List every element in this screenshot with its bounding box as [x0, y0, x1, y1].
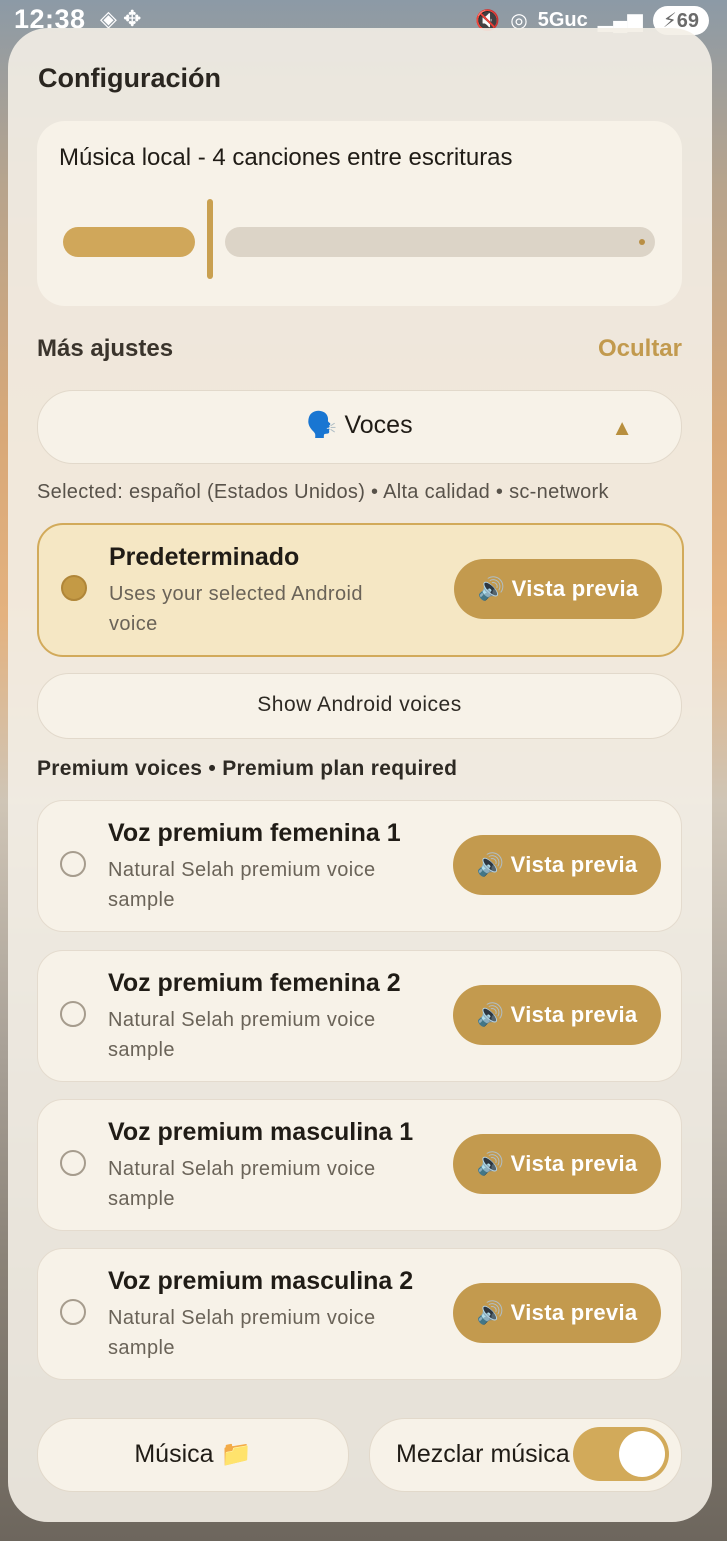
preview-button[interactable]: 🔊 Vista previa [453, 835, 661, 895]
mix-music-label: Mezclar música [396, 1440, 570, 1468]
radio-unselected[interactable] [60, 851, 86, 877]
voice-name: Voz premium masculina 1 [108, 1118, 414, 1146]
radio-unselected[interactable] [60, 1299, 86, 1325]
selected-voice-summary: Selected: español (Estados Unidos) • Alt… [37, 481, 609, 503]
voice-option-default[interactable]: Predeterminado Uses your selected Androi… [37, 523, 684, 657]
local-music-title: Música local - 4 canciones entre escritu… [59, 144, 513, 171]
radio-unselected[interactable] [60, 1150, 86, 1176]
more-settings-label: Más ajustes [37, 335, 174, 362]
show-android-voices-button[interactable]: Show Android voices [37, 673, 682, 739]
voice-option-premium-male-1[interactable]: Voz premium masculina 1 Natural Selah pr… [37, 1099, 682, 1231]
voice-option-premium-female-1[interactable]: Voz premium femenina 1 Natural Selah pre… [37, 800, 682, 932]
slider-active-track[interactable] [63, 227, 195, 257]
radio-selected[interactable] [61, 575, 87, 601]
settings-sheet: Configuración Música local - 4 canciones… [8, 28, 712, 1522]
preview-button[interactable]: 🔊 Vista previa [454, 559, 662, 619]
collapse-arrow-icon: ▲ [611, 415, 633, 440]
music-folder-button[interactable]: Música 📁 [37, 1418, 349, 1492]
mix-music-toggle[interactable] [573, 1427, 669, 1481]
voice-description: Natural Selah premium voice sample [108, 1307, 376, 1359]
voice-description: Natural Selah premium voice sample [108, 859, 376, 911]
page-title: Configuración [38, 63, 221, 93]
voice-description: Uses your selected Android voice [109, 583, 363, 635]
mix-music-control: Mezclar música [369, 1418, 682, 1492]
show-android-voices-label: Show Android voices [257, 693, 462, 716]
preview-button[interactable]: 🔊 Vista previa [453, 1283, 661, 1343]
voice-name: Voz premium femenina 2 [108, 969, 401, 997]
toggle-knob [619, 1431, 665, 1477]
radio-unselected[interactable] [60, 1001, 86, 1027]
voice-name: Voz premium femenina 1 [108, 819, 401, 847]
voices-section-toggle[interactable]: 🗣️ Voces ▲ [37, 390, 682, 464]
preview-button[interactable]: 🔊 Vista previa [453, 1134, 661, 1194]
voices-label: 🗣️ Voces [306, 411, 413, 439]
slider-end-dot [639, 239, 645, 245]
voice-description: Natural Selah premium voice sample [108, 1158, 376, 1210]
local-music-card: Música local - 4 canciones entre escritu… [37, 121, 682, 306]
hide-button[interactable]: Ocultar [598, 335, 682, 363]
voice-description: Natural Selah premium voice sample [108, 1009, 376, 1061]
premium-voices-header: Premium voices • Premium plan required [37, 757, 458, 780]
voice-option-premium-female-2[interactable]: Voz premium femenina 2 Natural Selah pre… [37, 950, 682, 1082]
voice-name: Voz premium masculina 2 [108, 1267, 414, 1295]
preview-button[interactable]: 🔊 Vista previa [453, 985, 661, 1045]
voice-name: Predeterminado [109, 543, 300, 571]
music-folder-label: Música 📁 [134, 1440, 252, 1468]
slider-inactive-track[interactable] [225, 227, 655, 257]
slider-thumb[interactable] [207, 199, 213, 279]
voice-option-premium-male-2[interactable]: Voz premium masculina 2 Natural Selah pr… [37, 1248, 682, 1380]
